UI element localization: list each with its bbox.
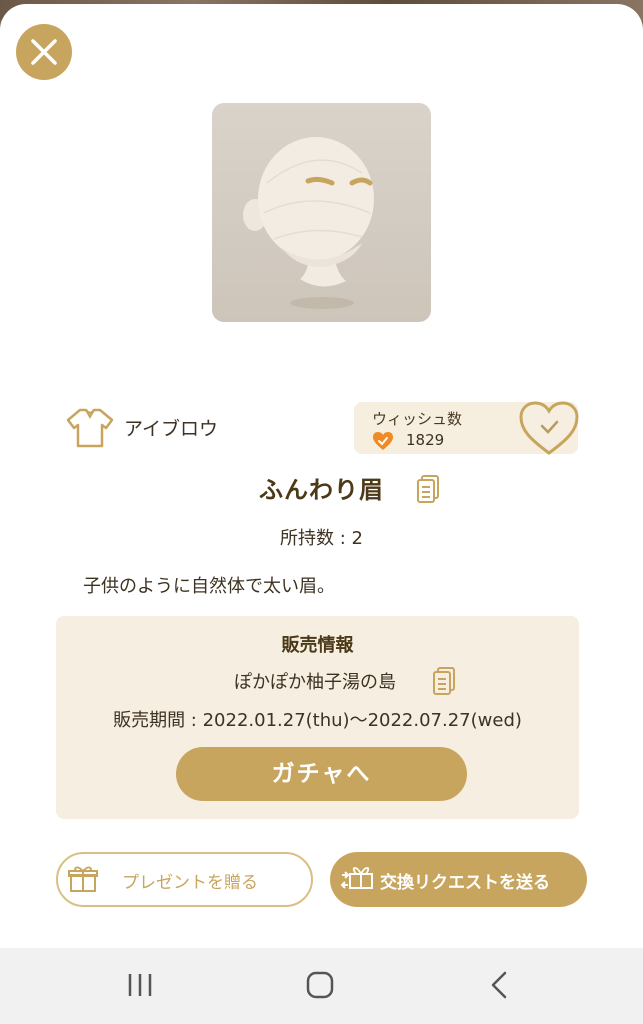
recent-apps-icon[interactable]: [126, 972, 154, 998]
send-trade-request-button[interactable]: 交換リクエストを送る: [330, 852, 587, 907]
gift-icon: [68, 866, 98, 892]
sale-info-panel: 販売情報 ぽかぽか柚子湯の島 販売期間 : 2022.01.27(thu)〜20…: [56, 616, 579, 819]
owned-count: 所持数 : 2: [280, 528, 363, 549]
sale-info-title: 販売情報: [281, 635, 354, 656]
android-nav-bar: [0, 948, 643, 1024]
go-to-gacha-button[interactable]: ガチャへ: [176, 747, 467, 801]
copy-icon[interactable]: [432, 666, 456, 696]
copy-icon[interactable]: [416, 474, 440, 504]
home-icon[interactable]: [305, 970, 335, 1000]
wish-label: ウィッシュ数: [372, 410, 463, 428]
item-description: 子供のように自然体で太い眉。: [83, 576, 335, 597]
category-label: アイブロウ: [124, 418, 219, 440]
send-present-label: プレゼントを贈る: [122, 873, 258, 893]
item-detail-sheet: アイブロウ ウィッシュ数 1829 ふんわり眉 所持数 : 2 子供のように自然…: [0, 4, 643, 948]
item-name: ふんわり眉: [259, 476, 384, 504]
close-button[interactable]: [16, 24, 72, 80]
item-preview-image: [212, 103, 431, 322]
back-icon[interactable]: [488, 970, 510, 1000]
shirt-icon: [66, 408, 114, 448]
send-trade-request-label: 交換リクエストを送る: [380, 873, 550, 893]
heart-icon: [373, 432, 393, 450]
sale-location: ぽかぽか柚子湯の島: [234, 672, 396, 693]
exchange-icon: [340, 867, 373, 889]
close-icon: [31, 39, 57, 65]
sale-period: 販売期間 : 2022.01.27(thu)〜2022.07.27(wed): [113, 710, 522, 731]
send-present-button[interactable]: プレゼントを贈る: [56, 852, 313, 907]
wish-count: 1829: [406, 431, 445, 449]
heart-check-icon[interactable]: [518, 400, 580, 456]
